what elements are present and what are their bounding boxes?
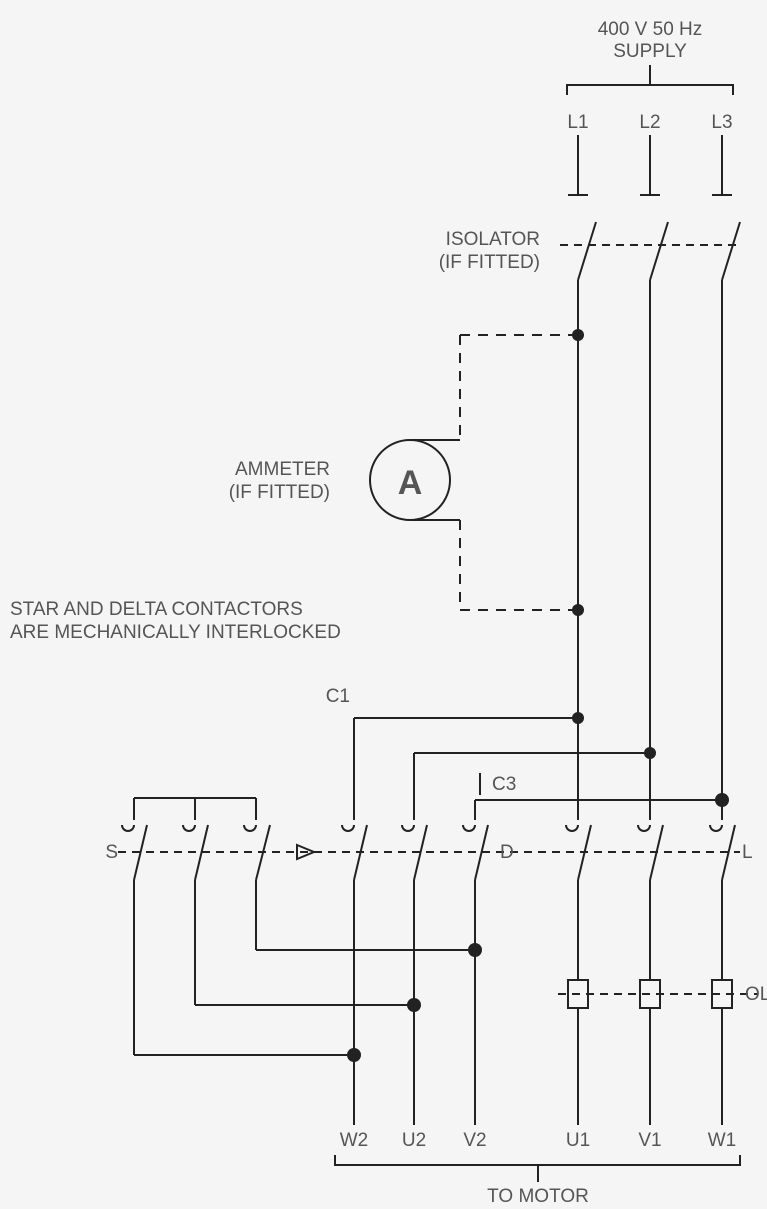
overload-block (558, 980, 757, 1008)
phase-l3-label: L3 (711, 112, 732, 133)
l-routing (578, 880, 722, 980)
isolator-line2: (IF FITTED) (439, 252, 540, 273)
ammeter-line1: AMMETER (235, 459, 330, 480)
ammeter-letter: A (398, 464, 423, 502)
isolator-line1: ISOLATOR (446, 229, 540, 250)
d-routing (354, 880, 475, 1125)
term-u1: U1 (566, 1130, 590, 1151)
note-line2: ARE MECHANICALLY INTERLOCKED (10, 622, 341, 643)
title-line1: 400 V 50 Hz (598, 19, 703, 40)
c1-label: C1 (326, 686, 350, 707)
phase-l2-label: L2 (639, 112, 660, 133)
l2-tap (414, 753, 650, 815)
node-amm-top (572, 329, 584, 341)
star-delta-schematic: 400 V 50 Hz SUPPLY L1 L2 L3 ISOLATOR (IF… (0, 0, 767, 1209)
star-shorting (134, 798, 256, 815)
footer-label: TO MOTOR (487, 1186, 589, 1207)
contactor-s-label: S (105, 842, 118, 863)
phase-stubs (568, 135, 732, 195)
c3-tap (475, 800, 722, 815)
contactor-d-label: D (500, 842, 514, 863)
term-v1: V1 (638, 1130, 661, 1151)
term-u2: U2 (402, 1130, 426, 1151)
l-below-ol (578, 1008, 722, 1125)
supply-bracket (567, 65, 733, 95)
isolator-switch (560, 222, 740, 280)
title-line2: SUPPLY (613, 41, 687, 62)
ammeter-return (460, 520, 578, 610)
term-v2: V2 (463, 1130, 486, 1151)
ammeter-branch (460, 335, 578, 440)
s-routing (134, 880, 475, 1055)
term-w2: W2 (340, 1130, 369, 1151)
contactor-l-label: L (742, 842, 753, 863)
phase-l1-label: L1 (567, 112, 588, 133)
ammeter-line2: (IF FITTED) (229, 482, 330, 503)
term-w1: W1 (708, 1130, 737, 1151)
ol-label: OL (745, 984, 767, 1005)
c3-label: C3 (492, 774, 516, 795)
contactors (118, 825, 740, 880)
note-line1: STAR AND DELTA CONTACTORS (10, 599, 303, 620)
motor-bracket (335, 1155, 740, 1182)
node-amm-bot (572, 604, 584, 616)
